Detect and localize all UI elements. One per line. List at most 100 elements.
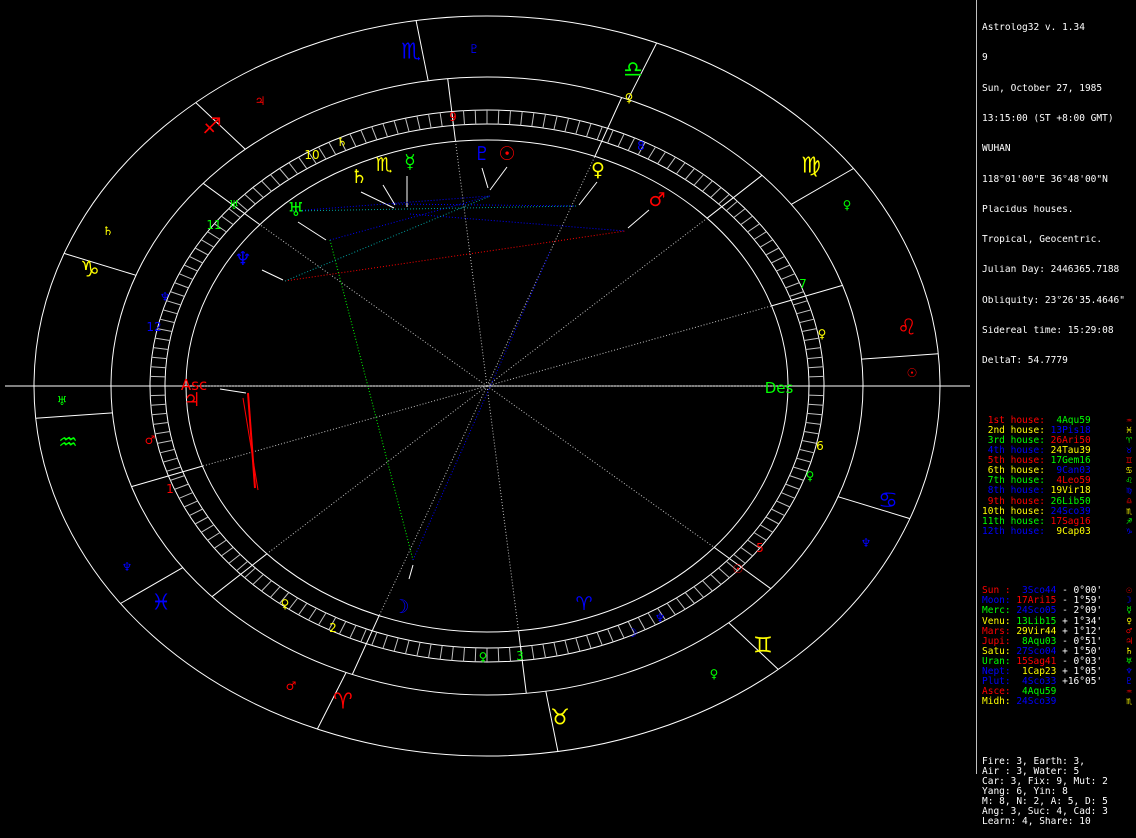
planet-leader-line <box>297 221 327 241</box>
stats-line: Learn: 4, Share: 10 <box>982 817 1091 828</box>
zodiac-sign-icon: ♐ <box>202 115 222 140</box>
zodiac-sign-icon: ♊ <box>753 634 773 659</box>
house-number: 7 <box>799 277 807 291</box>
zodiac-sign-icon: ♅ <box>57 394 68 408</box>
zodiac-sign-icon: ☉ <box>733 562 744 576</box>
planet-leader-line <box>489 166 508 191</box>
zodiac-sign-icon: ♇ <box>469 42 480 56</box>
planet-leader-line <box>578 181 598 206</box>
planet-leader-line <box>261 269 284 281</box>
zodiac-sign-icon: ♆ <box>655 611 666 625</box>
chart-date: Sun, October 27, 1985 <box>982 83 1103 94</box>
house-cusp-inner <box>202 385 488 467</box>
house-cusp <box>594 97 623 157</box>
house-number: 6 <box>816 439 824 453</box>
house-cusp <box>211 553 268 598</box>
stats-line: Air : 3, Water: 5 <box>982 766 1080 777</box>
house-cusp-list: 1st house: 4Aqu59 ♒ 2nd house: 13Pis18 ♓ 3… <box>982 415 1136 537</box>
house-cusp-inner <box>455 141 488 387</box>
zodiac-sign-icon: ♀ <box>281 597 290 611</box>
aspect-line <box>292 205 578 212</box>
zodiac-sign-icon: ♆ <box>160 290 171 304</box>
planet-motion: +16°05' <box>1056 676 1103 688</box>
house-cusp-inner <box>486 305 772 387</box>
house-cusp-inner <box>266 385 488 555</box>
mean-node-icon: ♈ <box>575 593 592 615</box>
house-cusp <box>771 284 843 307</box>
planet-leader-line <box>627 209 650 229</box>
aspect-line <box>329 195 491 241</box>
zodiac-sign-icon: ♉ <box>550 706 570 731</box>
venus-icon: ♀ <box>591 159 605 181</box>
planet-position-list: Sun : 3Sco44 - 0°00' ☉ Moon: 17Ari15 - 1°5… <box>982 586 1136 707</box>
planet-leader-line <box>382 184 396 206</box>
zodiac-sign-icon: ♂ <box>145 433 156 447</box>
zodiac-sign-icon: ☉ <box>907 366 918 380</box>
zodiac-sign-icon: ♆ <box>861 536 872 550</box>
zodiac-sign-icon: ♋ <box>878 489 898 514</box>
planet-row: Midh: 24Sco39 ♏ <box>982 697 1136 707</box>
house-cusp-inner <box>486 385 519 631</box>
zodiac-sign-icon: ♆ <box>122 560 133 574</box>
sun-icon: ☉ <box>498 143 515 165</box>
house-row: 8th house: 19Vir18 ♍ <box>982 486 1136 496</box>
house-number: 11 <box>206 218 221 232</box>
house-system: Placidus houses. <box>982 204 1074 215</box>
aspect-line <box>284 195 491 282</box>
aspect-line <box>409 213 626 232</box>
zodiac-sign-icon: ♑ <box>1126 525 1132 537</box>
zodiac-type: Tropical, Geocentric. <box>982 235 1103 246</box>
house-value: 19Vir18 <box>1044 485 1091 497</box>
chart-wheel: ♏ ♎ ♍ ♌ ♋ ♊ ♉ ♈ ♓ ♒ ♑ ♐ ♇ ♀ ♀ ♀ ☉ ♀ ♆ ☉ ♆ ☽ ♀ ♀ ♀ ♂ ♆ ♂ ♅ ♆ ♄ ♅ ♄ ♃ ☉ ♇ ♀ ♂ ☿ ♏… <box>5 15 970 757</box>
app-title: Astrolog32 v. 1.34 <box>982 23 1085 34</box>
ascendant-label: Asc <box>181 376 207 394</box>
house-cusp-inner <box>259 224 488 387</box>
descendant-label: Des <box>765 379 794 397</box>
zodiac-sign-icon: ♄ <box>103 224 114 238</box>
zodiac-sign-icon: ♂ <box>286 679 297 693</box>
chart-location: WUHAN <box>982 144 1011 155</box>
house-value: 9Cap03 <box>1044 525 1091 537</box>
zodiac-sign-icon: ♍ <box>801 154 821 179</box>
house-number: 3 <box>516 649 524 663</box>
stats-line: M: 8, N: 2, A: 5, D: 5 <box>982 797 1108 808</box>
zodiac-sign-icon: ☽ <box>627 626 638 640</box>
mars-icon: ♂ <box>648 189 665 211</box>
sign-boundary <box>63 252 137 276</box>
planet-motion <box>1056 697 1062 707</box>
zodiac-sign-icon: ♃ <box>255 94 266 108</box>
zodiac-sign-icon: ♈ <box>333 690 353 715</box>
julian-day: Julian Day: 2446365.7188 <box>982 265 1120 276</box>
zodiac-sign-icon: ♍ <box>1126 485 1132 497</box>
house-cusp-inner <box>378 385 488 616</box>
house-number: 12 <box>146 320 161 334</box>
zodiac-sign-icon: ♀ <box>843 198 852 212</box>
zodiac-sign-icon: ♀ <box>479 650 488 664</box>
house-number: 2 <box>329 621 337 635</box>
mercury-icon: ☿ <box>404 151 416 173</box>
element-stats: Fire: 3, Earth: 3, Air : 3, Water: 5 Car: … <box>982 757 1136 828</box>
aspect-line <box>412 251 551 561</box>
delta-t: DeltaT: 54.7779 <box>982 356 1068 367</box>
zodiac-sign-icon: ♎ <box>623 58 643 83</box>
zodiac-sign-icon: ♓ <box>151 591 171 616</box>
planet-leader-line <box>408 564 414 580</box>
house-cusp <box>351 615 380 675</box>
planet-glyph-icon: ♏ <box>1126 696 1132 708</box>
zodiac-sign-icon: ♅ <box>229 198 240 212</box>
house-cusp-inner <box>486 217 708 387</box>
sign-boundary <box>861 353 939 360</box>
moon-icon: ☽ <box>392 596 409 618</box>
planet-leader-line <box>219 388 247 394</box>
stats-line: Yang: 6, Yin: 8 <box>982 787 1068 798</box>
house-number: 8 <box>637 139 645 153</box>
house-label: 8th house: <box>982 485 1045 497</box>
planet-position: 24Sco39 <box>1010 696 1057 708</box>
house-number: 1 <box>166 482 174 496</box>
chart-coordinates: 118°01'00"E 36°48'00"N <box>982 174 1108 185</box>
zodiac-sign-icon: ♒ <box>58 431 78 456</box>
zodiac-sign-icon: ♑ <box>80 258 100 283</box>
house-number: 5 <box>756 541 764 555</box>
sign-boundary <box>837 496 911 520</box>
stats-line: Fire: 3, Earth: 3, <box>982 756 1085 767</box>
